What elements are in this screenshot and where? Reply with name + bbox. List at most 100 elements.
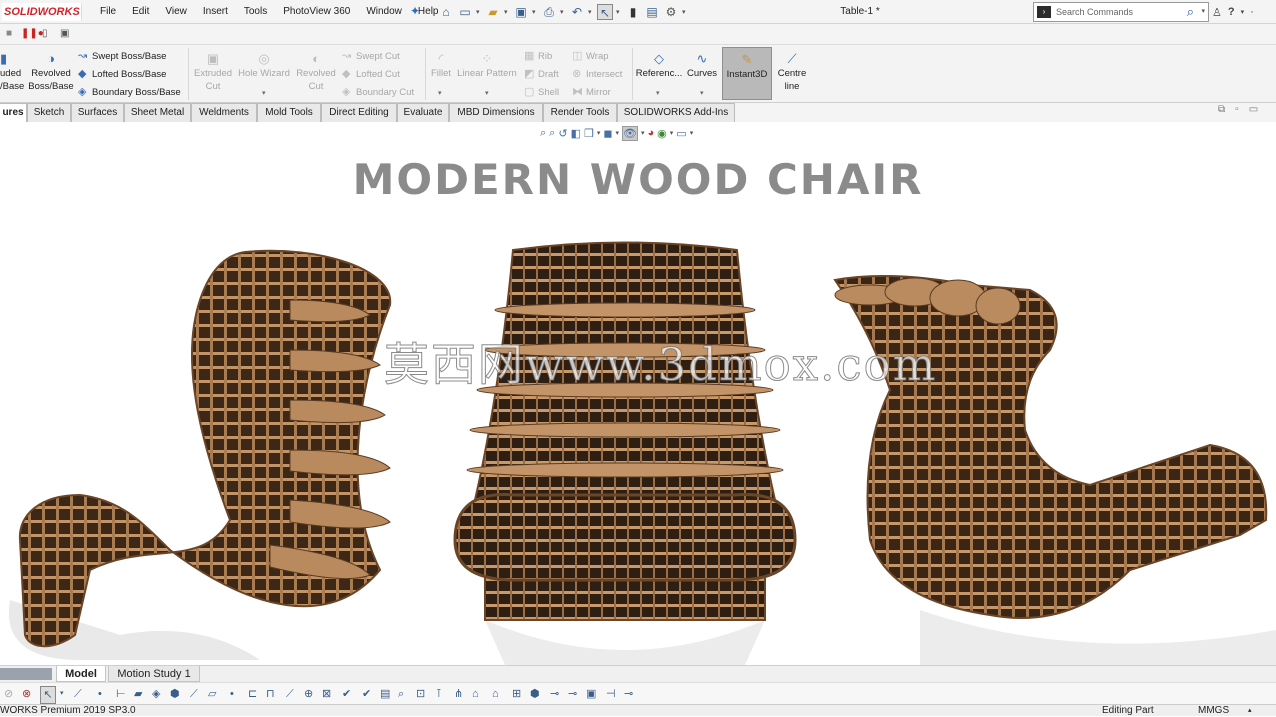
- hide-show-dropdown-icon[interactable]: ▾: [641, 129, 645, 137]
- tab-features[interactable]: ures: [0, 103, 27, 122]
- filter-toggle-icon[interactable]: ⊘: [4, 686, 13, 702]
- search-input[interactable]: Search Commands: [1056, 3, 1133, 21]
- filter-solid-icon[interactable]: ▰: [134, 686, 142, 702]
- rib-button[interactable]: ▦ Rib: [524, 47, 552, 66]
- undo-dropdown-icon[interactable]: ▾: [588, 8, 594, 16]
- hide-show-icon[interactable]: 👁: [622, 125, 638, 141]
- filter-faces-icon[interactable]: ⊢: [116, 686, 126, 702]
- filter-edges-icon[interactable]: ⟋: [74, 686, 82, 702]
- print-dropdown-icon[interactable]: ▾: [560, 8, 566, 16]
- tab-scroll-arrows-icon[interactable]: [0, 668, 52, 680]
- filter-datum-icon[interactable]: ⌕: [398, 686, 404, 702]
- tab-mold-tools[interactable]: Mold Tools: [257, 103, 321, 122]
- boundary-boss-button[interactable]: ◈ Boundary Boss/Base: [78, 83, 181, 102]
- help-icon[interactable]: ?: [1228, 6, 1235, 18]
- tab-model[interactable]: Model: [56, 666, 106, 682]
- linear-pattern-button[interactable]: ⁘ Linear Pattern: [456, 51, 518, 80]
- tab-surfaces[interactable]: Surfaces: [71, 103, 124, 122]
- hole-wizard-button[interactable]: ◎ Hole Wizard: [236, 51, 292, 80]
- filter-blocks-icon[interactable]: ⌂: [472, 686, 479, 702]
- tab-add-ins[interactable]: SOLIDWORKS Add-Ins: [617, 103, 735, 122]
- draft-button[interactable]: ◩ Draft: [524, 65, 559, 84]
- swept-cut-button[interactable]: ↝ Swept Cut: [342, 47, 400, 66]
- filter-points-icon[interactable]: •: [230, 686, 234, 702]
- revolved-cut-button[interactable]: ◐ Revolved Cut: [294, 51, 338, 93]
- open-folder-icon[interactable]: ▰: [485, 4, 501, 20]
- view-orientation-dropdown-icon[interactable]: ▾: [597, 129, 601, 137]
- select-icon[interactable]: ↖: [597, 4, 613, 20]
- filter-pmi-icon[interactable]: ⊸: [624, 686, 633, 702]
- tab-sketch[interactable]: Sketch: [27, 103, 71, 122]
- extruded-boss-button[interactable]: ▮ uded /Base: [0, 51, 24, 93]
- filter-balloons-icon[interactable]: ⊺: [436, 686, 442, 702]
- filter-surface-finish-icon[interactable]: ✔: [342, 686, 351, 702]
- fillet-dropdown-icon[interactable]: ▾: [438, 89, 442, 97]
- lofted-boss-button[interactable]: ◆ Lofted Boss/Base: [78, 65, 166, 84]
- print-icon[interactable]: ⎙: [541, 4, 557, 20]
- tab-weldments[interactable]: Weldments: [191, 103, 257, 122]
- instant3d-button[interactable]: ✎ Instant3D: [722, 47, 772, 100]
- close-icon[interactable]: ▭: [1249, 104, 1258, 115]
- stop-icon[interactable]: ■: [6, 27, 12, 41]
- section-view-icon[interactable]: ◧: [571, 127, 581, 140]
- hole-wizard-dropdown-icon[interactable]: ▾: [262, 89, 266, 97]
- edit-appearance-icon[interactable]: ◕: [648, 127, 655, 139]
- menu-view[interactable]: View: [157, 0, 195, 24]
- user-icon[interactable]: ♙: [1212, 6, 1222, 19]
- filter-sketch-icon[interactable]: ⊏: [248, 686, 257, 702]
- restore-icon[interactable]: ⧉: [1218, 104, 1225, 115]
- help-dropdown-icon[interactable]: ▾: [1241, 8, 1245, 16]
- undo-icon[interactable]: ↶: [569, 4, 585, 20]
- filter-body-icon[interactable]: ⬢: [170, 686, 180, 702]
- fillet-button[interactable]: ◜ Fillet: [427, 51, 455, 80]
- new-document-icon[interactable]: ▭: [457, 4, 473, 20]
- options-dropdown-icon[interactable]: ▾: [682, 8, 688, 16]
- menu-edit[interactable]: Edit: [124, 0, 157, 24]
- filter-welds-icon[interactable]: ✔: [362, 686, 371, 702]
- filter-tables-icon[interactable]: ⊞: [512, 686, 521, 702]
- macro-new-icon[interactable]: ▣: [60, 27, 69, 41]
- unit-system[interactable]: MMGS: [1198, 705, 1229, 717]
- intersect-button[interactable]: ⊗ Intersect: [572, 65, 622, 84]
- linear-pattern-dropdown-icon[interactable]: ▾: [485, 89, 489, 97]
- filter-notes-icon[interactable]: ▤: [380, 686, 390, 702]
- curves-dropdown-icon[interactable]: ▾: [700, 89, 704, 97]
- units-dropdown-icon[interactable]: ▴: [1248, 705, 1252, 717]
- tab-mbd-dimensions[interactable]: MBD Dimensions: [449, 103, 543, 122]
- traffic-light-icon[interactable]: ▮: [625, 4, 641, 20]
- menu-insert[interactable]: Insert: [195, 0, 236, 24]
- open-dropdown-icon[interactable]: ▾: [504, 8, 510, 16]
- filter-gtol-icon[interactable]: ⊡: [416, 686, 425, 702]
- display-style-dropdown-icon[interactable]: ▾: [616, 129, 620, 137]
- wrap-button[interactable]: ◫ Wrap: [572, 47, 609, 66]
- filter-connectors-icon[interactable]: ⬢: [530, 686, 540, 702]
- search-dropdown-icon[interactable]: ▾: [1201, 3, 1205, 21]
- filter-annotation-icon[interactable]: ▣: [586, 686, 596, 702]
- zoom-to-area-icon[interactable]: ⌕: [549, 127, 555, 140]
- revolved-boss-button[interactable]: ◑ Revolved Boss/Base: [28, 51, 74, 93]
- select-dropdown-icon[interactable]: ▾: [616, 8, 622, 16]
- boundary-cut-button[interactable]: ◈ Boundary Cut: [342, 83, 414, 102]
- tab-sheet-metal[interactable]: Sheet Metal: [124, 103, 191, 122]
- macro-edit-icon[interactable]: ▯: [42, 27, 48, 41]
- zoom-to-fit-icon[interactable]: ⌕: [540, 127, 546, 140]
- shell-button[interactable]: ▢ Shell: [524, 83, 559, 102]
- filter-centers-icon[interactable]: ⊕: [304, 686, 313, 702]
- extruded-cut-button[interactable]: ▣ Extruded Cut: [190, 51, 236, 93]
- filter-stack-icon[interactable]: ⊸: [568, 686, 577, 702]
- previous-view-icon[interactable]: ↺: [558, 127, 567, 140]
- filter-cosmetic-icon[interactable]: ⋔: [454, 686, 463, 702]
- tab-render-tools[interactable]: Render Tools: [543, 103, 617, 122]
- display-style-icon[interactable]: ◼: [603, 127, 612, 140]
- select-dropdown-icon[interactable]: ▾: [60, 686, 64, 702]
- reference-dropdown-icon[interactable]: ▾: [656, 89, 660, 97]
- apply-scene-dropdown-icon[interactable]: ▾: [670, 129, 674, 137]
- apply-scene-icon[interactable]: ◉: [657, 127, 667, 140]
- filter-weld-bead-icon[interactable]: ⊣: [606, 686, 616, 702]
- lofted-cut-button[interactable]: ◆ Lofted Cut: [342, 65, 400, 84]
- filter-planes-icon[interactable]: ▱: [208, 686, 216, 702]
- filter-surface-icon[interactable]: ◈: [152, 686, 160, 702]
- swept-boss-button[interactable]: ↝ Swept Boss/Base: [78, 47, 166, 66]
- filter-dims-icon[interactable]: ⊠: [322, 686, 331, 702]
- search-commands-box[interactable]: › Search Commands ⌕ ▾: [1033, 2, 1209, 22]
